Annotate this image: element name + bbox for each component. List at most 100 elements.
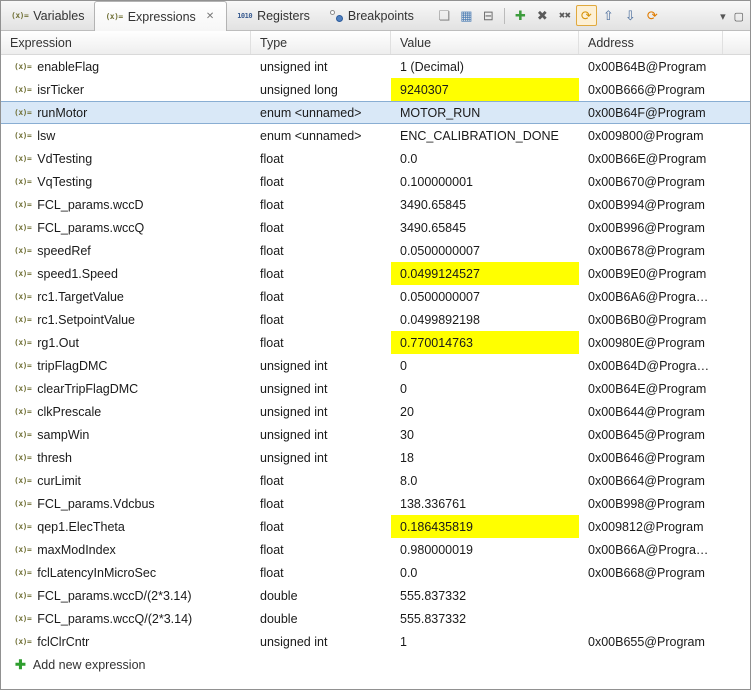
value-cell[interactable]: 0.0500000007 — [391, 285, 579, 308]
view-menu-icon[interactable]: ▾ — [720, 10, 726, 23]
expressions-view: (x)= Variables (x)= Expressions ✕ 1010 R… — [0, 0, 751, 690]
value-cell[interactable]: 0.0500000007 — [391, 239, 579, 262]
table-row[interactable]: (x)=clkPrescaleunsigned int200x00B644@Pr… — [1, 400, 750, 423]
collapse-all-icon[interactable]: ⊟ — [478, 5, 499, 26]
expression-cell: (x)=runMotor — [1, 101, 251, 124]
table-row[interactable]: (x)=threshunsigned int180x00B646@Program — [1, 446, 750, 469]
table-row[interactable]: (x)=runMotorenum <unnamed>MOTOR_RUN0x00B… — [1, 101, 750, 124]
value-cell[interactable]: 0.0499124527 — [391, 262, 579, 285]
tab-label: Expressions — [128, 10, 196, 24]
value-cell[interactable]: 0 — [391, 377, 579, 400]
expression-icon: (x)= — [14, 568, 31, 577]
address-cell: 0x00B655@Program — [579, 630, 723, 653]
close-tab-icon[interactable]: ✕ — [204, 10, 216, 23]
table-row[interactable]: (x)=FCL_params.wccQfloat3490.658450x00B9… — [1, 216, 750, 239]
address-cell: 0x00B678@Program — [579, 239, 723, 262]
type-cell: enum <unnamed> — [251, 101, 391, 124]
table-row[interactable]: (x)=FCL_params.wccD/(2*3.14)double555.83… — [1, 584, 750, 607]
value-cell[interactable]: 20 — [391, 400, 579, 423]
value-cell[interactable]: 8.0 — [391, 469, 579, 492]
tab-registers[interactable]: 1010 Registers — [227, 1, 320, 30]
add-expression-row[interactable]: ✚ Add new expression — [1, 653, 750, 676]
expression-icon: (x)= — [14, 338, 31, 347]
table-row[interactable]: (x)=speedReffloat0.05000000070x00B678@Pr… — [1, 239, 750, 262]
value-cell[interactable]: 138.336761 — [391, 492, 579, 515]
tab-breakpoints[interactable]: Breakpoints — [320, 1, 424, 30]
tab-expressions[interactable]: (x)= Expressions ✕ — [94, 1, 227, 31]
continuous-refresh-button[interactable]: ⟳ — [576, 5, 597, 26]
column-header-expression[interactable]: Expression — [1, 31, 251, 54]
table-row[interactable]: (x)=clearTripFlagDMCunsigned int00x00B64… — [1, 377, 750, 400]
value-cell[interactable]: 555.837332 — [391, 607, 579, 630]
pin-to-debug-context-icon[interactable]: ▦ — [456, 5, 477, 26]
expression-icon: (x)= — [14, 315, 31, 324]
value-cell[interactable]: 0.770014763 — [391, 331, 579, 354]
remove-expression-button[interactable]: ✖ — [532, 5, 553, 26]
address-cell: 0x00B664@Program — [579, 469, 723, 492]
export-expressions-button[interactable]: ⇧ — [598, 5, 619, 26]
value-cell[interactable]: 0.980000019 — [391, 538, 579, 561]
table-row[interactable]: (x)=sampWinunsigned int300x00B645@Progra… — [1, 423, 750, 446]
value-cell[interactable]: 1 (Decimal) — [391, 55, 579, 78]
table-row[interactable]: (x)=isrTickerunsigned long92403070x00B66… — [1, 78, 750, 101]
expression-icon: (x)= — [14, 108, 31, 117]
table-row[interactable]: (x)=VqTestingfloat0.1000000010x00B670@Pr… — [1, 170, 750, 193]
value-cell[interactable]: 0.0 — [391, 561, 579, 584]
value-cell[interactable]: 0.186435819 — [391, 515, 579, 538]
import-expressions-button[interactable]: ⇩ — [620, 5, 641, 26]
table-row[interactable]: (x)=maxModIndexfloat0.9800000190x00B66A@… — [1, 538, 750, 561]
remove-all-expressions-button[interactable]: ✖✖ — [554, 5, 575, 26]
value-cell[interactable]: ENC_CALIBRATION_DONE — [391, 124, 579, 147]
tab-variables[interactable]: (x)= Variables — [1, 1, 94, 30]
table-row[interactable]: (x)=FCL_params.Vdcbusfloat138.3367610x00… — [1, 492, 750, 515]
type-cell: float — [251, 538, 391, 561]
maximize-icon[interactable]: ▢ — [734, 10, 744, 23]
table-row[interactable]: (x)=rg1.Outfloat0.7700147630x00980E@Prog… — [1, 331, 750, 354]
expression-cell: (x)=rg1.Out — [1, 331, 251, 354]
value-cell[interactable]: 0 — [391, 354, 579, 377]
value-cell[interactable]: 1 — [391, 630, 579, 653]
show-type-names-icon[interactable]: ❏ — [434, 5, 455, 26]
value-cell[interactable]: 18 — [391, 446, 579, 469]
value-cell[interactable]: MOTOR_RUN — [391, 101, 579, 124]
table-row[interactable]: (x)=FCL_params.wccQ/(2*3.14)double555.83… — [1, 607, 750, 630]
expression-name: speed1.Speed — [37, 267, 118, 281]
expression-name: isrTicker — [37, 83, 84, 97]
table-row[interactable]: (x)=speed1.Speedfloat0.04991245270x00B9E… — [1, 262, 750, 285]
value-cell[interactable]: 3490.65845 — [391, 216, 579, 239]
expression-cell: (x)=curLimit — [1, 469, 251, 492]
value-cell[interactable]: 555.837332 — [391, 584, 579, 607]
expression-cell: (x)=speedRef — [1, 239, 251, 262]
refresh-button[interactable]: ⟳ — [642, 5, 663, 26]
value-cell[interactable]: 0.100000001 — [391, 170, 579, 193]
add-expression-button[interactable]: ✚ — [510, 5, 531, 26]
expression-name: FCL_params.wccD/(2*3.14) — [37, 589, 191, 603]
table-row[interactable]: (x)=lswenum <unnamed>ENC_CALIBRATION_DON… — [1, 124, 750, 147]
value-cell[interactable]: 3490.65845 — [391, 193, 579, 216]
table-row[interactable]: (x)=rc1.TargetValuefloat0.05000000070x00… — [1, 285, 750, 308]
table-row[interactable]: (x)=qep1.ElecThetafloat0.1864358190x0098… — [1, 515, 750, 538]
table-row[interactable]: (x)=fclClrCntrunsigned int10x00B655@Prog… — [1, 630, 750, 653]
table-row[interactable]: (x)=rc1.SetpointValuefloat0.04998921980x… — [1, 308, 750, 331]
expression-cell: (x)=lsw — [1, 124, 251, 147]
address-cell: 0x00B996@Program — [579, 216, 723, 239]
table-row[interactable]: (x)=tripFlagDMCunsigned int00x00B64D@Pro… — [1, 354, 750, 377]
value-cell[interactable]: 0.0 — [391, 147, 579, 170]
type-cell: double — [251, 607, 391, 630]
value-cell[interactable]: 0.0499892198 — [391, 308, 579, 331]
table-row[interactable]: (x)=curLimitfloat8.00x00B664@Program — [1, 469, 750, 492]
address-cell: 0x00B998@Program — [579, 492, 723, 515]
value-cell[interactable]: 30 — [391, 423, 579, 446]
column-header-address[interactable]: Address — [579, 31, 723, 54]
table-row[interactable]: (x)=FCL_params.wccDfloat3490.658450x00B9… — [1, 193, 750, 216]
column-header-type[interactable]: Type — [251, 31, 391, 54]
expression-icon: (x)= — [14, 614, 31, 623]
table-row[interactable]: (x)=enableFlagunsigned int1 (Decimal)0x0… — [1, 55, 750, 78]
type-cell: float — [251, 492, 391, 515]
add-icon: ✚ — [15, 657, 26, 673]
table-row[interactable]: (x)=VdTestingfloat0.00x00B66E@Program — [1, 147, 750, 170]
value-cell[interactable]: 9240307 — [391, 78, 579, 101]
address-cell: 0x009800@Program — [579, 124, 723, 147]
column-header-value[interactable]: Value — [391, 31, 579, 54]
table-row[interactable]: (x)=fclLatencyInMicroSecfloat0.00x00B668… — [1, 561, 750, 584]
